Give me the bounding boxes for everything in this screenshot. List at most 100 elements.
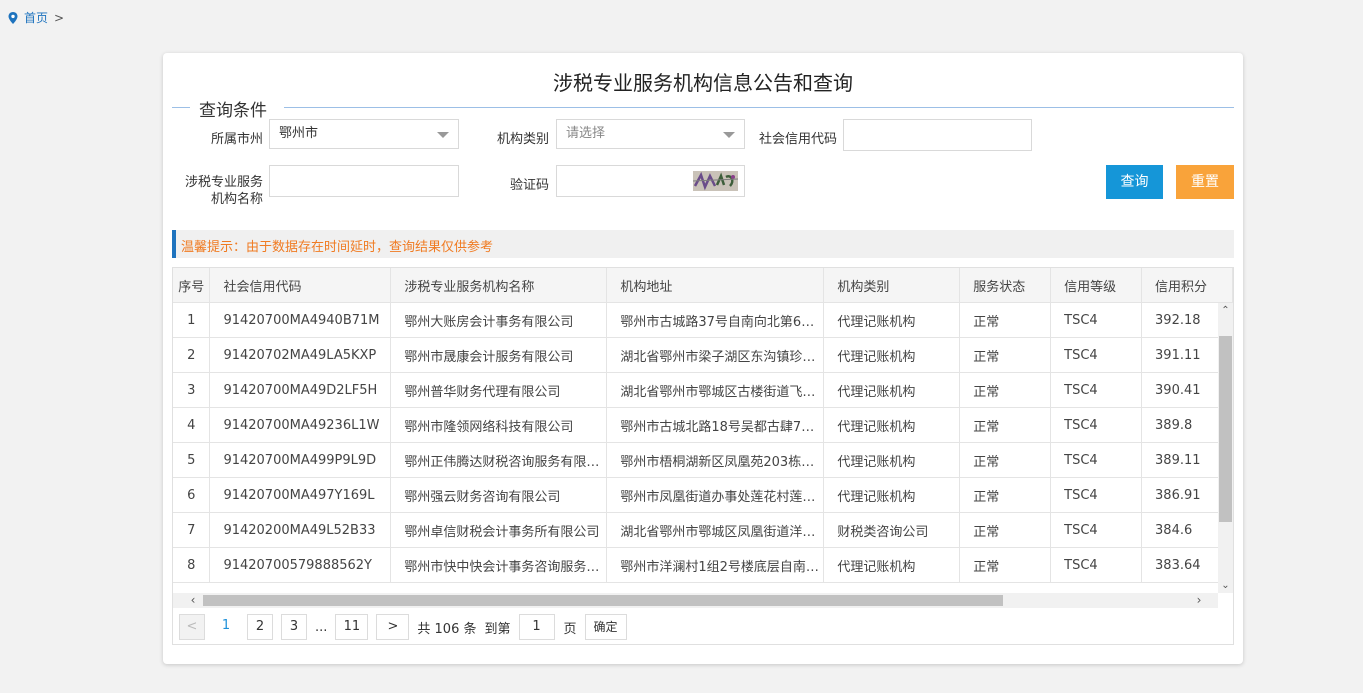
address-cell: 鄂州市古城路37号自南向北第6… [606, 302, 825, 338]
goto-page-input[interactable]: 1 [518, 614, 555, 640]
notice-text: 温馨提示：由于数据存在时间延时，查询结果仅供参考 [181, 240, 494, 255]
horizontal-scroll-thumb[interactable] [203, 595, 1003, 606]
col-header-credit-level[interactable]: 信用等级 [1050, 268, 1143, 303]
results-table: 序号 社会信用代码 涉税专业服务机构名称 机构地址 机构类别 服务状态 信用等级… [173, 268, 1233, 583]
org-name-cell: 鄂州正伟腾达财税咨询服务有限… [390, 442, 608, 478]
org-name-cell: 鄂州市晟康会计服务有限公司 [390, 337, 608, 373]
vertical-scrollbar[interactable]: ⌃ ⌄ [1218, 303, 1233, 593]
page-1-button[interactable]: 1 [213, 614, 239, 640]
captcha-label: 验证码 [509, 178, 549, 193]
address-cell: 鄂州市梧桐湖新区凤凰苑203栋… [606, 442, 825, 478]
col-header-address[interactable]: 机构地址 [606, 268, 825, 303]
org-name-cell: 鄂州强云财务咨询有限公司 [390, 477, 608, 513]
reset-button[interactable]: 重置 [1176, 165, 1234, 199]
table-row[interactable]: 2 91420702MA49LA5KXP 鄂州市晟康会计服务有限公司 湖北省鄂州市梁子… [173, 337, 1233, 373]
captcha-input[interactable] [556, 165, 745, 197]
address-cell: 湖北省鄂州市鄂城区古楼街道飞… [606, 372, 825, 408]
city-label: 所属市州 [210, 132, 263, 147]
table-row[interactable]: 1 91420700MA4940B71M 鄂州大账房会计事务有限公司 鄂州市古城路37… [173, 302, 1233, 338]
type-select-placeholder: 请选择 [566, 126, 606, 141]
address-cell: 湖北省鄂州市梁子湖区东沟镇珍… [606, 337, 825, 373]
row-index: 8 [173, 547, 211, 583]
service-status-cell: 正常 [959, 547, 1052, 583]
service-status-cell: 正常 [959, 337, 1052, 373]
pagination-ellipsis: ... [315, 619, 328, 635]
scroll-up-icon[interactable]: ⌃ [1220, 305, 1231, 316]
table-row[interactable]: 5 91420700MA499P9L9D 鄂州正伟腾达财税咨询服务有限… 鄂州市梧桐湖… [173, 442, 1233, 478]
org-name-input[interactable] [269, 165, 459, 197]
query-conditions-title: 查询条件 [199, 101, 267, 121]
type-label: 机构类别 [496, 132, 549, 147]
org-type-cell: 财税类咨询公司 [823, 512, 961, 548]
col-header-index[interactable]: 序号 [173, 268, 211, 303]
address-cell: 鄂州市古城北路18号吴都古肆7… [606, 407, 825, 443]
captcha-image[interactable] [693, 171, 738, 191]
address-cell: 鄂州市凤凰街道办事处莲花村莲… [606, 477, 825, 513]
breadcrumb-home-link[interactable]: 首页 [24, 9, 48, 26]
service-status-cell: 正常 [959, 302, 1052, 338]
location-pin-icon [8, 11, 18, 24]
credit-level-cell: TSC4 [1050, 337, 1143, 373]
org-name-cell: 鄂州市隆领网络科技有限公司 [390, 407, 608, 443]
goto-confirm-button[interactable]: 确定 [584, 614, 627, 640]
credit-level-cell: TSC4 [1050, 302, 1143, 338]
org-type-cell: 代理记账机构 [823, 337, 961, 373]
org-type-cell: 代理记账机构 [823, 302, 961, 338]
col-header-org-type[interactable]: 机构类别 [823, 268, 961, 303]
type-select[interactable]: 请选择 [556, 119, 745, 149]
page-2-button[interactable]: 2 [247, 614, 273, 640]
col-header-credit-code[interactable]: 社会信用代码 [209, 268, 392, 303]
total-count-text: 共 106 条 [417, 621, 477, 637]
next-page-button[interactable]: > [376, 614, 410, 640]
col-header-credit-score[interactable]: 信用积分 [1141, 268, 1233, 303]
notice-banner: 温馨提示：由于数据存在时间延时，查询结果仅供参考 [172, 230, 1234, 258]
table-row[interactable]: 8 91420700579888562Y 鄂州市快中快会计事务咨询服务… 鄂州市洋澜村… [173, 547, 1233, 583]
legend-divider-right [284, 107, 1234, 108]
breadcrumb: 首页 > [8, 9, 64, 26]
page-unit-label: 页 [563, 621, 577, 637]
address-cell: 鄂州市洋澜村1组2号楼底层自南… [606, 547, 825, 583]
credit-level-cell: TSC4 [1050, 442, 1143, 478]
scroll-left-icon[interactable]: ‹ [187, 594, 199, 606]
credit-code-input[interactable] [843, 119, 1032, 151]
table-body: 1 91420700MA4940B71M 鄂州大账房会计事务有限公司 鄂州市古城路37… [173, 302, 1233, 583]
col-header-org-name[interactable]: 涉税专业服务机构名称 [390, 268, 608, 303]
goto-label: 到第 [484, 621, 511, 637]
query-conditions-legend: 查询条件 [172, 96, 1234, 121]
table-row[interactable]: 3 91420700MA49D2LF5H 鄂州普华财务代理有限公司 湖北省鄂州市鄂城区… [173, 372, 1233, 408]
table-row[interactable]: 7 91420200MA49L52B33 鄂州卓信财税会计事务所有限公司 湖北省鄂州市… [173, 512, 1233, 548]
service-status-cell: 正常 [959, 477, 1052, 513]
credit-code-cell: 91420700MA49236L1W [209, 407, 392, 443]
scroll-right-icon[interactable]: › [1193, 594, 1205, 606]
org-name-label-line1: 涉税专业服务 [184, 175, 263, 190]
query-button[interactable]: 查询 [1106, 165, 1163, 199]
vertical-scroll-thumb[interactable] [1219, 336, 1232, 522]
page-last-button[interactable]: 11 [335, 614, 369, 640]
org-type-cell: 代理记账机构 [823, 407, 961, 443]
page-title: 涉税专业服务机构信息公告和查询 [553, 71, 853, 95]
table-header-row: 序号 社会信用代码 涉税专业服务机构名称 机构地址 机构类别 服务状态 信用等级… [173, 268, 1233, 303]
scroll-down-icon[interactable]: ⌄ [1220, 580, 1231, 591]
credit-code-cell: 91420200MA49L52B33 [209, 512, 392, 548]
org-name-cell: 鄂州大账房会计事务有限公司 [390, 302, 608, 338]
org-name-cell: 鄂州普华财务代理有限公司 [390, 372, 608, 408]
query-panel: 涉税专业服务机构信息公告和查询 查询条件 所属市州 鄂州市 机构类别 请选择 社… [163, 53, 1243, 664]
city-select[interactable]: 鄂州市 [269, 119, 459, 149]
horizontal-scrollbar[interactable]: ‹ › [173, 593, 1218, 608]
page-3-button[interactable]: 3 [281, 614, 307, 640]
chevron-down-icon [723, 132, 735, 138]
row-index: 2 [173, 337, 211, 373]
row-index: 1 [173, 302, 211, 338]
prev-page-button[interactable]: < [179, 614, 205, 640]
credit-code-cell: 91420700579888562Y [209, 547, 392, 583]
breadcrumb-separator: > [54, 10, 65, 25]
col-header-service-status[interactable]: 服务状态 [959, 268, 1052, 303]
table-row[interactable]: 6 91420700MA497Y169L 鄂州强云财务咨询有限公司 鄂州市凤凰街道办事… [173, 477, 1233, 513]
credit-code-cell: 91420700MA49D2LF5H [209, 372, 392, 408]
results-table-container: 序号 社会信用代码 涉税专业服务机构名称 机构地址 机构类别 服务状态 信用等级… [172, 267, 1234, 645]
credit-level-cell: TSC4 [1050, 512, 1143, 548]
service-status-cell: 正常 [959, 407, 1052, 443]
table-row[interactable]: 4 91420700MA49236L1W 鄂州市隆领网络科技有限公司 鄂州市古城北路1… [173, 407, 1233, 443]
org-name-cell: 鄂州市快中快会计事务咨询服务… [390, 547, 608, 583]
pagination: < 1 2 3 ... 11 > 共 106 条 到第 1 页 确定 [179, 613, 627, 641]
